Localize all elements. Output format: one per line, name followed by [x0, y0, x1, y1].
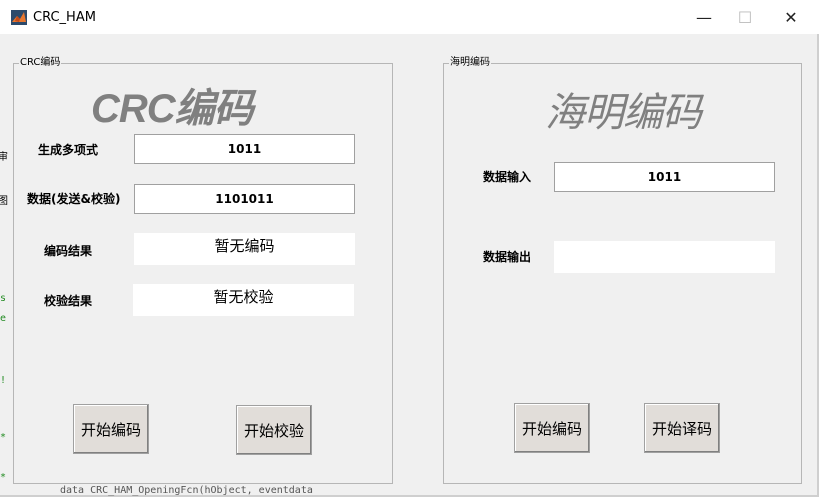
close-icon: ✕: [784, 7, 798, 27]
crc-check-button[interactable]: 开始校验: [236, 405, 312, 455]
editor-fragment: !: [0, 375, 7, 386]
check-result-label: 校验结果: [44, 294, 93, 308]
hamming-heading: 海明编码: [545, 91, 702, 135]
hamming-input-field[interactable]: 1011: [554, 162, 775, 192]
editor-fragment: *: [0, 432, 7, 443]
crc-encode-button[interactable]: 开始编码: [73, 404, 149, 454]
matlab-icon: [11, 10, 27, 25]
minimize-icon: —: [696, 7, 712, 27]
close-button[interactable]: ✕: [768, 0, 814, 34]
hamming-encode-button[interactable]: 开始编码: [514, 403, 590, 453]
editor-fragment: *: [0, 472, 7, 483]
encode-result-label: 编码结果: [44, 244, 93, 258]
hamming-decode-button[interactable]: 开始译码: [644, 403, 720, 453]
editor-fragment: s: [0, 293, 7, 304]
data-send-check-label: 数据(发送&校验): [27, 192, 121, 206]
hamming-output-text: [554, 241, 775, 273]
hamming-panel-legend: 海明编码: [449, 57, 491, 69]
check-result-text: 暂无校验: [133, 284, 354, 316]
hamming-output-label: 数据输出: [483, 250, 532, 264]
editor-fragment: e: [0, 313, 7, 324]
maximize-button[interactable]: ☐: [722, 0, 768, 34]
crc-data-input[interactable]: 1101011: [134, 184, 355, 214]
polynomial-input[interactable]: 1011: [134, 134, 355, 164]
window-titlebar: CRC_HAM — ☐ ✕: [0, 0, 819, 34]
encode-result-text: 暂无编码: [134, 233, 355, 265]
maximize-icon: ☐: [737, 7, 753, 27]
editor-fragment: 审: [0, 152, 8, 163]
editor-fragment-bottom: data CRC_HAM_OpeningFcn(hObject, eventda…: [60, 485, 313, 496]
hamming-input-label: 数据输入: [483, 170, 532, 184]
minimize-button[interactable]: —: [681, 0, 727, 34]
window-title: CRC_HAM: [33, 10, 96, 25]
polynomial-label: 生成多项式: [38, 143, 99, 157]
crc-panel-legend: CRC编码: [19, 57, 62, 69]
crc-heading: CRC编码: [91, 87, 254, 131]
editor-fragment: 图: [0, 196, 8, 207]
